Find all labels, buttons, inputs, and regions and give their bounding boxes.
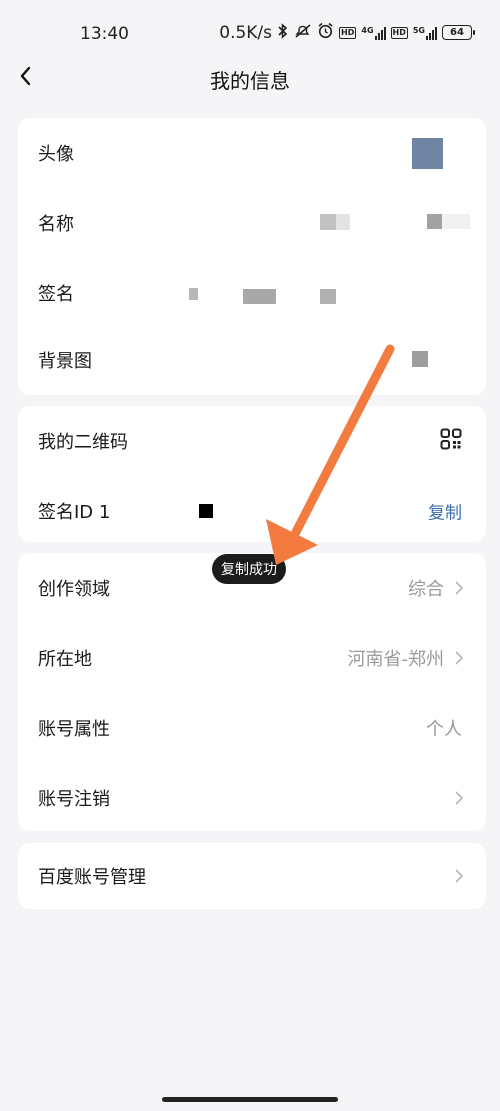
row-signature[interactable]: 签名 bbox=[18, 258, 486, 328]
background-thumbnail[interactable] bbox=[412, 351, 428, 367]
network-speed: 0.5K/s bbox=[219, 22, 273, 43]
signature-value-redacted bbox=[189, 288, 198, 300]
row-account-type: 账号属性 个人 bbox=[18, 693, 486, 763]
signature-value-redacted bbox=[320, 289, 336, 304]
baidu-account-manage-label: 百度账号管理 bbox=[38, 867, 146, 888]
nav-bar: 我的信息 bbox=[0, 55, 500, 100]
bluetooth-icon bbox=[277, 22, 289, 43]
signal-4g-icon: 4G bbox=[361, 25, 386, 40]
settings-card: 创作领域 综合 所在地 河南省-郑州 账号属性 个人 账号注销 bbox=[18, 553, 486, 831]
name-value-redacted bbox=[442, 214, 470, 229]
chevron-right-icon bbox=[455, 869, 464, 883]
name-value-redacted bbox=[427, 214, 442, 229]
row-avatar[interactable]: 头像 bbox=[18, 118, 486, 188]
profile-card: 头像 名称 签名 背景图 bbox=[18, 118, 486, 395]
row-qrcode[interactable]: 我的二维码 bbox=[18, 406, 486, 476]
qrcode-label: 我的二维码 bbox=[38, 432, 128, 453]
signature-id-redacted bbox=[199, 504, 213, 518]
id-card: 我的二维码 签名ID 1 复制 bbox=[18, 406, 486, 542]
page-title: 我的信息 bbox=[210, 69, 290, 93]
row-signature-id: 签名ID 1 复制 bbox=[18, 476, 486, 546]
creation-domain-label: 创作领域 bbox=[38, 579, 110, 600]
row-name[interactable]: 名称 bbox=[18, 188, 486, 258]
background-label: 背景图 bbox=[38, 351, 92, 372]
mute-icon bbox=[294, 23, 312, 43]
hd-icon: HD bbox=[339, 26, 357, 39]
qr-code-icon[interactable] bbox=[440, 428, 462, 454]
status-time: 13:40 bbox=[80, 24, 129, 44]
network-type-4g: 4G bbox=[361, 25, 374, 35]
battery-level: 64 bbox=[450, 27, 464, 38]
status-icons: 0.5K/s HD 4G HD 5G 64 bbox=[219, 22, 475, 43]
account-type-label: 账号属性 bbox=[38, 719, 110, 740]
signature-id-label: 签名ID 1 bbox=[38, 502, 111, 523]
row-location[interactable]: 所在地 河南省-郑州 bbox=[18, 623, 486, 693]
copy-success-toast: 复制成功 bbox=[212, 554, 286, 584]
signature-value-redacted bbox=[243, 289, 276, 304]
row-account-cancel[interactable]: 账号注销 bbox=[18, 763, 486, 833]
baidu-account-card: 百度账号管理 bbox=[18, 843, 486, 909]
avatar[interactable] bbox=[412, 138, 443, 169]
copy-button[interactable]: 复制 bbox=[428, 499, 462, 524]
account-cancel-label: 账号注销 bbox=[38, 789, 110, 810]
avatar-label: 头像 bbox=[38, 144, 74, 165]
location-label: 所在地 bbox=[38, 649, 92, 670]
home-indicator[interactable] bbox=[162, 1097, 338, 1102]
chevron-right-icon bbox=[455, 651, 464, 665]
signal-5g-icon: 5G bbox=[413, 26, 437, 40]
name-value-redacted bbox=[336, 214, 350, 230]
name-label: 名称 bbox=[38, 214, 74, 235]
creation-domain-value: 综合 bbox=[408, 579, 444, 600]
alarm-icon bbox=[317, 22, 334, 43]
name-value-redacted bbox=[320, 214, 336, 230]
location-value: 河南省-郑州 bbox=[347, 649, 445, 670]
chevron-right-icon bbox=[455, 581, 464, 595]
status-bar: 13:40 0.5K/s HD 4G HD 5G 64 bbox=[0, 0, 500, 60]
network-type-5g: 5G bbox=[412, 25, 425, 35]
chevron-right-icon bbox=[455, 791, 464, 805]
signature-label: 签名 bbox=[38, 284, 74, 305]
battery-icon: 64 bbox=[442, 25, 475, 40]
account-type-value: 个人 bbox=[426, 719, 462, 740]
hd-icon: HD bbox=[390, 26, 408, 39]
row-background[interactable]: 背景图 bbox=[18, 325, 486, 395]
row-baidu-account-manage[interactable]: 百度账号管理 bbox=[18, 843, 486, 909]
